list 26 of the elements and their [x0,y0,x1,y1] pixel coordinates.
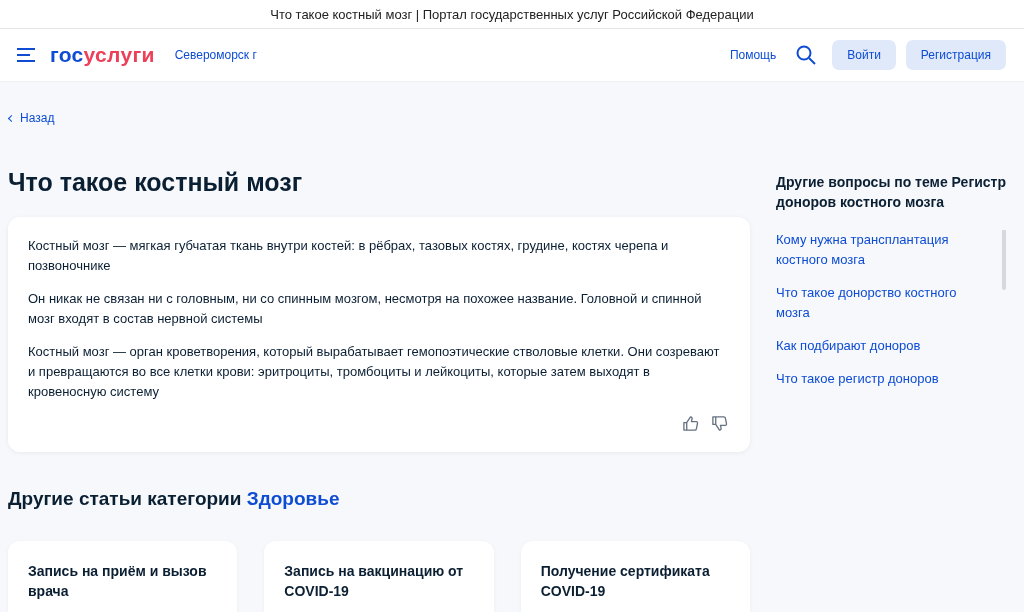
question-link[interactable]: Кому нужна трансплантация костного мозга [776,230,976,270]
back-link[interactable]: Назад [8,111,55,125]
question-link[interactable]: Что такое донорство костного мозга [776,283,976,323]
thumbs-up-icon[interactable] [682,415,699,432]
article-card-link[interactable]: Запись на вакцинацию от COVID-19 [264,541,494,612]
help-link[interactable]: Помощь [729,48,777,62]
search-icon[interactable] [796,45,817,65]
question-link[interactable]: Что такое регистр доноров [776,369,976,389]
login-button[interactable]: Войти [832,40,896,70]
menu-icon[interactable] [16,47,36,63]
location-link[interactable]: Североморск г [174,48,257,62]
window-title: Что такое костный мозг | Портал государственных услуг Российской Федерации [270,6,754,22]
scrollbar[interactable] [1002,230,1006,290]
paragraph: Костный мозг — орган кроветворения, который вырабатывает гемопоэтические стволовые клетки. Они созревают и превращаются во все клетки крови: эритроциты, тромбоциты и лейкоциты, которые затем выходят в кровеносную систему [28,343,721,401]
question-link[interactable]: Как подбирают доноров [776,336,976,356]
logo[interactable]: госуслуги [50,43,155,67]
sidebar-title: Другие вопросы по теме Регистр доноров костного мозга [776,173,1006,212]
article-card-link[interactable]: Запись на приём и вызов врача [8,541,238,612]
register-button[interactable]: Регистрация [905,40,1006,70]
paragraph: Он никак не связан ни с головным, ни со спинным мозгом, несмотря на похожее название. Головной и спинной мозг входят в состав нервной системы [28,290,703,328]
category-link[interactable]: Здоровье [246,488,340,509]
paragraph: Костный мозг — мягкая губчатая ткань внутри костей: в рёбрах, тазовых костях, грудине, костях черепа и позвоночнике [28,237,670,275]
section-title: Другие статьи категории Здоровье [8,488,341,510]
article-card-link[interactable]: Получение сертификата COVID-19 [520,541,750,612]
thumbs-down-icon[interactable] [711,415,728,432]
article-title: Что такое костный мозг [8,168,304,197]
